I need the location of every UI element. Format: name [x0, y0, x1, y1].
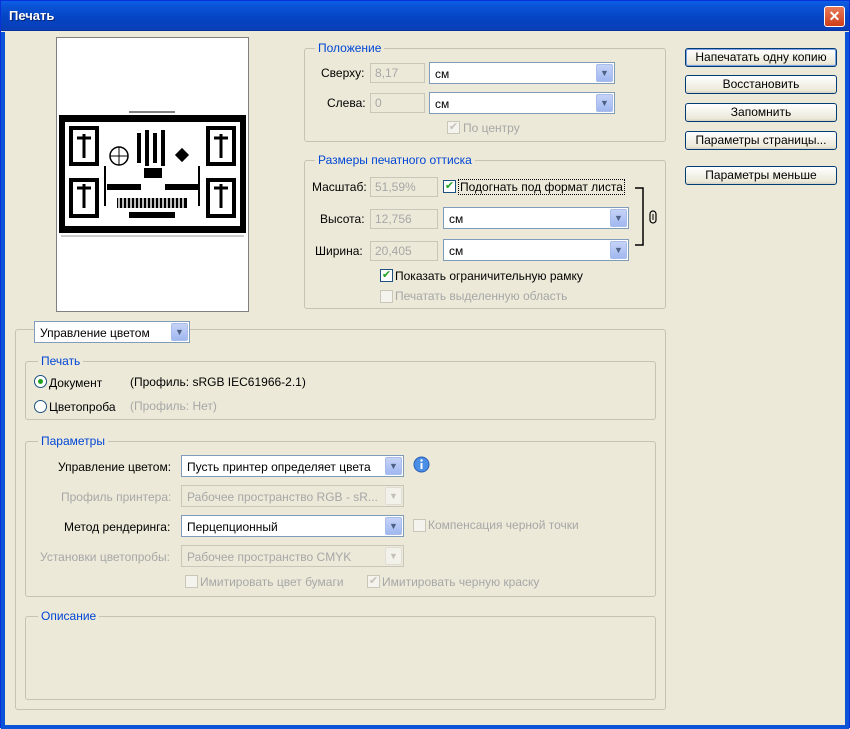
chevron-down-icon[interactable]: ▼: [385, 547, 402, 565]
height-label: Высота:: [320, 212, 365, 226]
black-comp-checkbox[interactable]: [413, 519, 426, 532]
bbox-label: Показать ограничительную рамку: [395, 269, 583, 283]
center-label: По центру: [463, 121, 520, 135]
chevron-down-icon[interactable]: ▼: [610, 209, 627, 227]
print-selected-checkbox[interactable]: [380, 290, 393, 303]
left-label: Слева:: [327, 96, 366, 110]
printer-profile-value: Рабочее пространство RGB - sR...: [187, 490, 377, 504]
document-radio[interactable]: [34, 375, 47, 388]
top-unit-select[interactable]: см ▼: [429, 62, 615, 84]
chevron-down-icon[interactable]: ▼: [171, 323, 188, 341]
proof-radio[interactable]: [34, 400, 47, 413]
fewer-options-button[interactable]: Параметры меньше: [685, 166, 837, 185]
section-select[interactable]: Управление цветом ▼: [34, 321, 190, 343]
print-one-copy-button[interactable]: Напечатать одну копию: [685, 48, 837, 67]
document-profile: (Профиль: sRGB IEC61966-2.1): [130, 375, 306, 389]
proof-setup-value: Рабочее пространство CMYK: [187, 550, 352, 564]
black-ink-label: Имитировать черную краску: [382, 575, 540, 589]
black-ink-checkbox[interactable]: ✔: [367, 575, 380, 588]
window-frame-bottom: [1, 725, 849, 729]
proof-profile: (Профиль: Нет): [130, 399, 217, 413]
top-unit-value: см: [435, 67, 450, 81]
render-value: Перцепционный: [187, 520, 278, 534]
black-comp-label: Компенсация черной точки: [428, 518, 579, 532]
chain-link-icon[interactable]: [633, 187, 663, 247]
fit-media-label: Подогнать под формат листа: [458, 179, 625, 195]
page-setup-button[interactable]: Параметры страницы...: [685, 131, 837, 150]
preview-image: [59, 111, 246, 237]
params-legend: Параметры: [38, 434, 108, 448]
height-unit-select[interactable]: см ▼: [443, 207, 629, 229]
proof-setup-select[interactable]: Рабочее пространство CMYK ▼: [181, 545, 404, 567]
fit-media-checkbox[interactable]: ✔: [443, 180, 456, 193]
section-select-value: Управление цветом: [40, 326, 150, 340]
width-input[interactable]: 20,405: [370, 241, 438, 261]
color-mgmt-label: Управление цветом:: [58, 460, 172, 474]
chevron-down-icon[interactable]: ▼: [385, 457, 402, 475]
width-unit-value: см: [449, 244, 464, 258]
info-icon[interactable]: [413, 456, 430, 473]
color-mgmt-select[interactable]: Пусть принтер определяет цвета ▼: [181, 455, 404, 477]
printer-profile-label: Профиль принтера:: [61, 490, 172, 504]
title-bar[interactable]: Печать ✕: [1, 1, 849, 31]
render-select[interactable]: Перцепционный ▼: [181, 515, 404, 537]
left-unit-value: см: [435, 97, 450, 111]
position-legend: Положение: [315, 41, 385, 55]
chevron-down-icon[interactable]: ▼: [385, 517, 402, 535]
window-frame-right: [845, 32, 849, 729]
width-label: Ширина:: [315, 244, 363, 258]
print-size-legend: Размеры печатного оттиска: [315, 153, 475, 167]
height-input[interactable]: 12,756: [370, 209, 438, 229]
window-frame-left: [1, 32, 5, 729]
printer-profile-select[interactable]: Рабочее пространство RGB - sR... ▼: [181, 485, 404, 507]
chevron-down-icon[interactable]: ▼: [610, 241, 627, 259]
paper-color-checkbox[interactable]: [185, 575, 198, 588]
proof-label: Цветопроба: [49, 400, 116, 414]
left-input[interactable]: 0: [370, 93, 425, 113]
description-legend: Описание: [38, 609, 100, 623]
scale-label: Масштаб:: [312, 180, 367, 194]
print-preview[interactable]: [56, 37, 249, 312]
proof-setup-label: Установки цветопробы:: [40, 550, 170, 564]
print-source-legend: Печать: [38, 354, 84, 368]
bbox-checkbox[interactable]: ✔: [380, 269, 393, 282]
color-mgmt-value: Пусть принтер определяет цвета: [187, 460, 371, 474]
scale-input[interactable]: 51,59%: [370, 177, 438, 197]
width-unit-select[interactable]: см ▼: [443, 239, 629, 261]
chevron-down-icon[interactable]: ▼: [596, 64, 613, 82]
print-dialog: Печать ✕ Положение Сверху: 8,17 см ▼ Сле…: [0, 0, 850, 729]
print-selected-label: Печатать выделенную область: [395, 289, 568, 303]
height-unit-value: см: [449, 212, 464, 226]
render-label: Метод рендеринга:: [64, 520, 171, 534]
left-unit-select[interactable]: см ▼: [429, 92, 615, 114]
center-checkbox[interactable]: ✔: [447, 121, 460, 134]
description-group: [25, 616, 656, 700]
top-label: Сверху:: [321, 66, 365, 80]
remember-button[interactable]: Запомнить: [685, 103, 837, 122]
chevron-down-icon[interactable]: ▼: [596, 94, 613, 112]
restore-button[interactable]: Восстановить: [685, 75, 837, 94]
document-label: Документ: [49, 376, 103, 390]
window-title: Печать: [9, 8, 55, 23]
chevron-down-icon[interactable]: ▼: [385, 487, 402, 505]
close-button[interactable]: ✕: [824, 6, 845, 27]
print-source-group: [25, 361, 656, 420]
paper-color-label: Имитировать цвет бумаги: [200, 575, 344, 589]
top-input[interactable]: 8,17: [370, 63, 425, 83]
